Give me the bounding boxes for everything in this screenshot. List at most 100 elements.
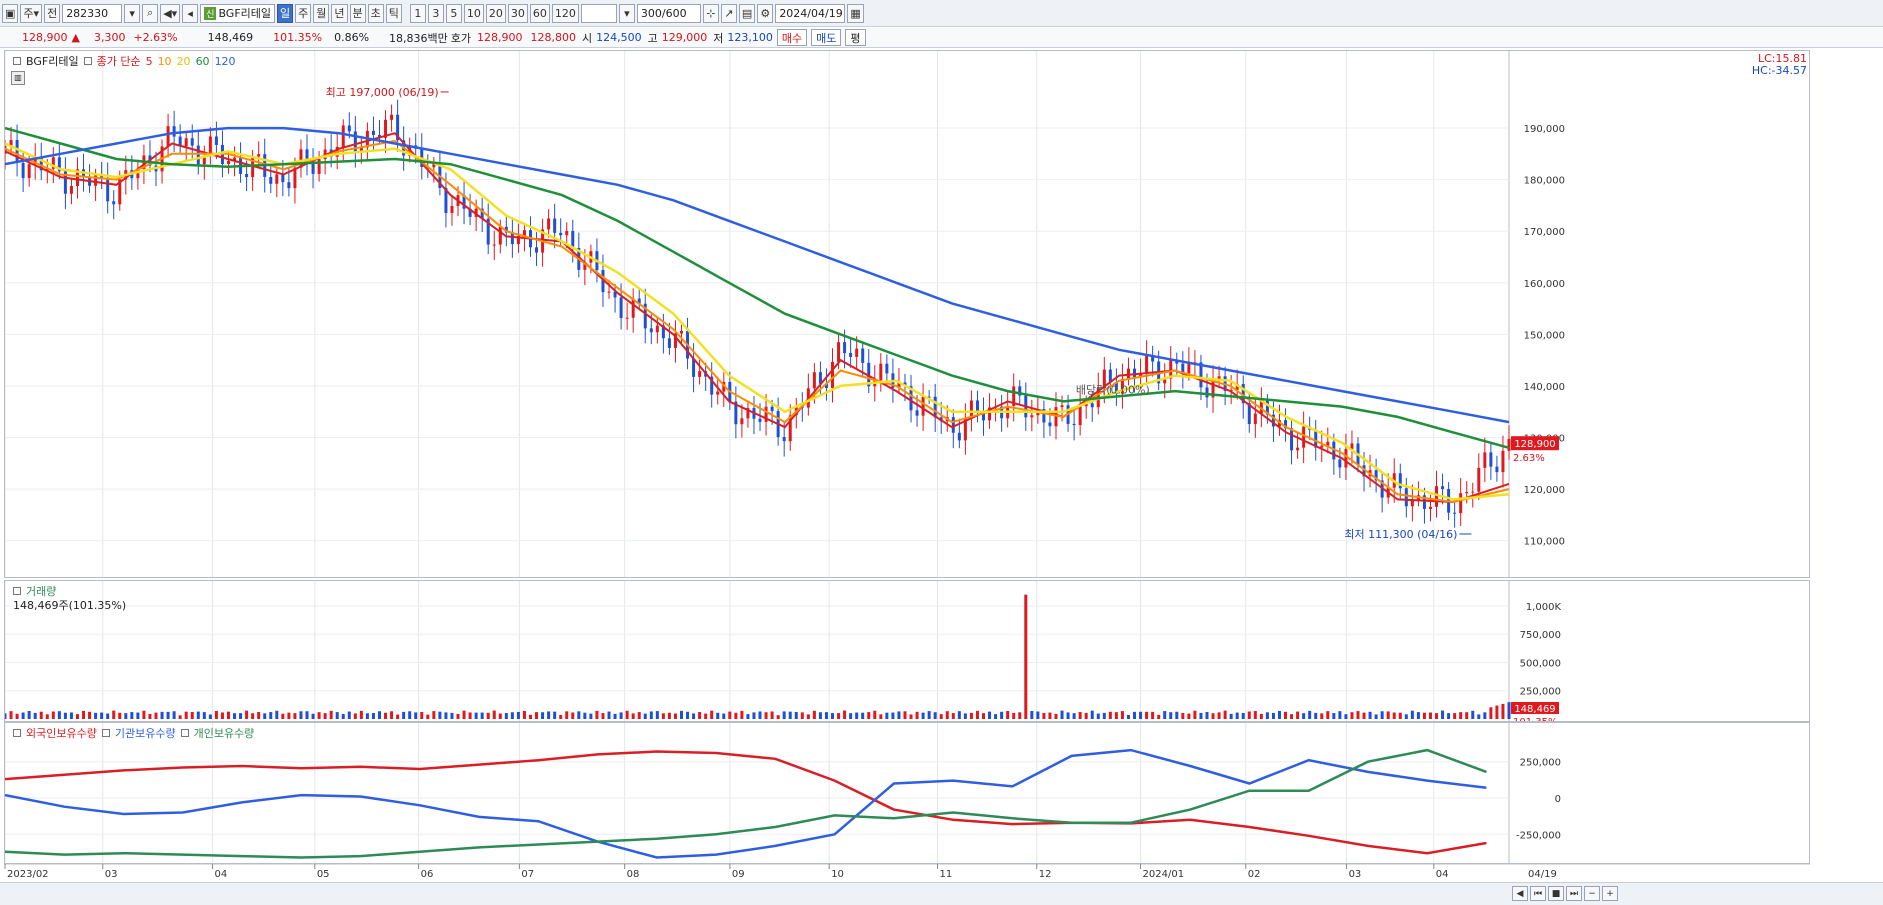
ma-line-60 bbox=[5, 126, 1510, 450]
volume-bar bbox=[673, 713, 677, 719]
date-input[interactable]: 2024/04/19 bbox=[775, 3, 846, 23]
panel-config-icon[interactable]: ▥ bbox=[11, 71, 25, 85]
period-tab-tick[interactable]: 틱 bbox=[385, 3, 402, 23]
settings-gear-icon[interactable]: ⚙ bbox=[757, 3, 774, 23]
minute-option-5[interactable]: 5 bbox=[445, 3, 462, 23]
search-icon[interactable]: ⌕ bbox=[142, 3, 159, 23]
minute-custom-input[interactable] bbox=[580, 3, 617, 23]
code-dropdown-icon[interactable]: ▾ bbox=[124, 3, 141, 23]
scroll-stop-icon[interactable]: ■ bbox=[1548, 886, 1564, 901]
candle-body bbox=[831, 361, 835, 388]
volume-bar bbox=[752, 712, 756, 719]
volume-bar bbox=[88, 711, 92, 719]
volume-bar bbox=[202, 712, 206, 719]
volume-bar bbox=[921, 712, 925, 719]
ask-label: 호가 bbox=[450, 31, 472, 45]
save-icon[interactable]: ▤ bbox=[738, 3, 756, 23]
minute-option-3[interactable]: 3 bbox=[427, 3, 444, 23]
price-panel[interactable]: 110,000120,000130,000140,000150,000160,0… bbox=[4, 50, 1810, 578]
scroll-first-icon[interactable]: ⏮ bbox=[1530, 886, 1546, 901]
candle-body bbox=[269, 176, 273, 184]
volume-bar bbox=[565, 711, 569, 719]
volume-chart[interactable]: 250,000 500,000 750,000 1,000K 148,469 101.35… bbox=[5, 581, 1809, 721]
y-tick-label: 140,000 bbox=[1524, 382, 1565, 393]
count-field[interactable]: 300/600 bbox=[636, 3, 701, 23]
period-tab-week[interactable]: 주 bbox=[295, 3, 312, 23]
volume-bar bbox=[643, 713, 647, 719]
candle-body bbox=[245, 173, 249, 178]
volume-bar bbox=[975, 710, 979, 719]
minute-option-60[interactable]: 60 bbox=[529, 3, 550, 23]
candle-body bbox=[921, 396, 925, 416]
volume-bar bbox=[299, 711, 303, 719]
flat-button[interactable]: 평 bbox=[845, 29, 866, 46]
code-input[interactable]: 282330 bbox=[62, 3, 123, 23]
volume-bar bbox=[963, 713, 967, 719]
period-tab-year[interactable]: 년 bbox=[331, 3, 348, 23]
period-tab-month[interactable]: 월 bbox=[313, 3, 330, 23]
volume-bar bbox=[1187, 713, 1191, 719]
volume-bar bbox=[1157, 714, 1161, 719]
y-tick-label: 150,000 bbox=[1524, 330, 1565, 341]
zoom-out-icon[interactable]: − bbox=[1584, 886, 1600, 901]
volume-bar bbox=[263, 713, 267, 719]
sell-button[interactable]: 매도 bbox=[811, 29, 842, 46]
market-select[interactable]: 주 ▾ bbox=[20, 3, 43, 23]
volume-bar bbox=[945, 711, 949, 719]
candle-body bbox=[498, 226, 502, 245]
zoom-in-icon[interactable]: + bbox=[1602, 886, 1618, 901]
volume-bar bbox=[1489, 707, 1493, 719]
volume-bar bbox=[535, 712, 539, 719]
price-chart[interactable]: 110,000120,000130,000140,000150,000160,0… bbox=[5, 51, 1809, 577]
period-tab-second[interactable]: 초 bbox=[367, 3, 384, 23]
minute-option-20[interactable]: 20 bbox=[485, 3, 506, 23]
minute-custom-dropdown-icon[interactable]: ▾ bbox=[618, 3, 635, 23]
holdings-panel[interactable]: 250,000 0 -250,000 외국인보유수량 기관보유수량 개인보유수량 bbox=[4, 722, 1810, 864]
volume-bar bbox=[1078, 712, 1082, 719]
volume-bar bbox=[359, 710, 363, 719]
volume-bar bbox=[311, 713, 315, 719]
window-menu-icon[interactable]: ▣ bbox=[2, 3, 19, 23]
volume-bar bbox=[776, 715, 780, 719]
minute-option-10[interactable]: 10 bbox=[463, 3, 484, 23]
volume-bar bbox=[824, 712, 828, 719]
candle-body bbox=[607, 291, 611, 293]
volume-bar bbox=[583, 712, 587, 719]
volume-bar bbox=[1253, 711, 1257, 719]
volume-bar bbox=[414, 712, 418, 719]
open-label: 시 bbox=[582, 31, 593, 45]
minute-option-120[interactable]: 120 bbox=[551, 3, 579, 23]
candle-body bbox=[27, 164, 31, 179]
prev-stock-icon[interactable]: ◂ bbox=[182, 3, 199, 23]
candle-body bbox=[1338, 459, 1342, 468]
volume-bar bbox=[160, 711, 164, 719]
scroll-last-icon[interactable]: ⏭ bbox=[1566, 886, 1582, 901]
period-tab-day[interactable]: 일 bbox=[277, 3, 294, 23]
volume-bar bbox=[293, 713, 297, 719]
minute-option-1[interactable]: 1 bbox=[409, 3, 426, 23]
crosshair-icon[interactable]: ⊹ bbox=[702, 3, 719, 23]
candle-body bbox=[1078, 406, 1082, 426]
chart-type-icon[interactable]: ↗ bbox=[720, 3, 737, 23]
prev-button[interactable]: 전 bbox=[44, 3, 61, 23]
volume-panel[interactable]: 250,000 500,000 750,000 1,000K 148,469 101.35… bbox=[4, 580, 1810, 722]
candle-body bbox=[667, 338, 671, 348]
legend-individual: 개인보유수량 bbox=[193, 727, 255, 740]
volume-bar bbox=[1175, 711, 1179, 719]
buy-button[interactable]: 매수 bbox=[776, 29, 808, 46]
scroll-bar[interactable]: ◀ ⏮ ■ ⏭ − + bbox=[0, 882, 1883, 905]
volume-bar bbox=[885, 712, 889, 719]
minute-option-30[interactable]: 30 bbox=[507, 3, 528, 23]
holdings-chart[interactable]: 250,000 0 -250,000 bbox=[5, 723, 1809, 863]
period-tab-minute[interactable]: 분 bbox=[349, 3, 366, 23]
volume-bar bbox=[1145, 711, 1149, 719]
sound-icon[interactable]: ◀▾ bbox=[160, 3, 181, 23]
legend-ma-5: 5 bbox=[145, 54, 153, 68]
scroll-left-icon[interactable]: ◀ bbox=[1512, 886, 1528, 901]
legend-box-icon bbox=[13, 729, 21, 737]
volume-bar bbox=[1404, 714, 1408, 719]
calendar-icon[interactable]: ▦ bbox=[847, 3, 864, 23]
candle-body bbox=[1489, 452, 1493, 467]
candle-body bbox=[1253, 413, 1257, 425]
volume-bar bbox=[728, 711, 732, 719]
